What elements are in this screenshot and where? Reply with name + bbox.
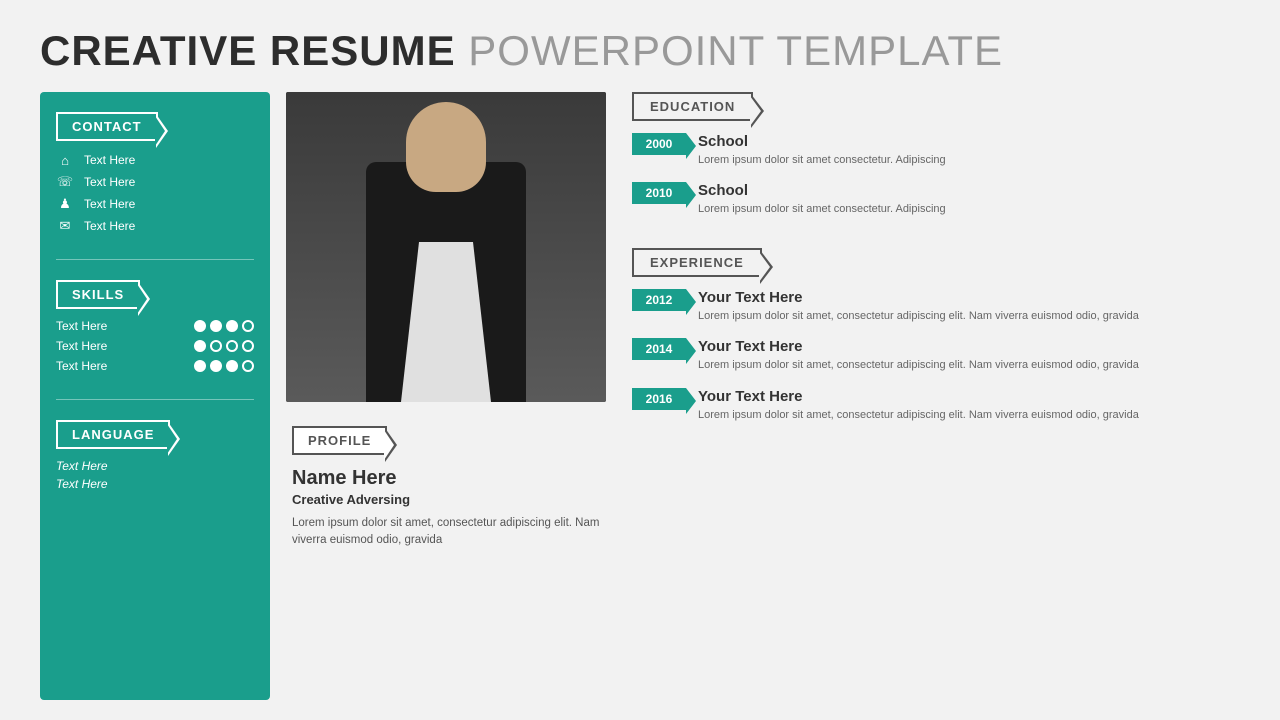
exp-desc-1: Lorem ipsum dolor sit amet, consectetur … bbox=[698, 309, 1240, 324]
skill-row-2: Text Here bbox=[56, 339, 254, 353]
dot bbox=[210, 340, 222, 352]
user-icon: ♟ bbox=[56, 195, 74, 213]
language-item-1: Text Here bbox=[56, 459, 254, 473]
contact-label: CONTACT bbox=[56, 112, 158, 141]
year-badge-2010: 2010 bbox=[632, 182, 686, 204]
dot bbox=[242, 320, 254, 332]
education-content-2: School Lorem ipsum dolor sit amet consec… bbox=[698, 182, 1240, 217]
contact-item-email: ✉ Text Here bbox=[56, 217, 254, 235]
right-column: EDUCATION 2000 School Lorem ipsum dolor … bbox=[622, 92, 1240, 700]
exp-title-2: Your Text Here bbox=[698, 338, 1240, 356]
skill-name-1: Text Here bbox=[56, 319, 107, 333]
exp-desc-2: Lorem ipsum dolor sit amet, consectetur … bbox=[698, 358, 1240, 373]
skill-dots-1 bbox=[194, 320, 254, 332]
exp-desc-3: Lorem ipsum dolor sit amet, consectetur … bbox=[698, 408, 1240, 423]
contact-header: CONTACT bbox=[56, 112, 254, 141]
education-label: EDUCATION bbox=[632, 92, 753, 121]
contact-address-text: Text Here bbox=[84, 153, 135, 167]
year-badge-2014: 2014 bbox=[632, 338, 686, 360]
skill-name-2: Text Here bbox=[56, 339, 107, 353]
school-name-1: School bbox=[698, 133, 1240, 151]
contact-email-text: Text Here bbox=[84, 219, 135, 233]
school-desc-2: Lorem ipsum dolor sit amet consectetur. … bbox=[698, 202, 1240, 217]
title-light: POWERPOINT TEMPLATE bbox=[456, 27, 1003, 74]
person-head-shape bbox=[406, 102, 486, 192]
education-content-1: School Lorem ipsum dolor sit amet consec… bbox=[698, 133, 1240, 168]
dot bbox=[210, 320, 222, 332]
dot bbox=[242, 360, 254, 372]
profile-info: PROFILE Name Here Creative Adversing Lor… bbox=[286, 416, 606, 560]
contact-section: CONTACT ⌂ Text Here ☏ Text Here ♟ Text H… bbox=[56, 112, 254, 239]
experience-header: EXPERIENCE bbox=[632, 248, 1240, 277]
skill-name-3: Text Here bbox=[56, 359, 107, 373]
dot bbox=[194, 360, 206, 372]
education-section: EDUCATION 2000 School Lorem ipsum dolor … bbox=[632, 92, 1240, 232]
school-name-2: School bbox=[698, 182, 1240, 200]
phone-icon: ☏ bbox=[56, 173, 74, 191]
profile-name: Name Here bbox=[292, 467, 600, 490]
experience-item-3: 2016 Your Text Here Lorem ipsum dolor si… bbox=[632, 388, 1240, 423]
profile-job-title: Creative Adversing bbox=[292, 492, 600, 507]
year-badge-2016: 2016 bbox=[632, 388, 686, 410]
dot bbox=[226, 360, 238, 372]
header: CREATIVE RESUME POWERPOINT TEMPLATE bbox=[40, 30, 1240, 72]
dot bbox=[226, 340, 238, 352]
profile-header: PROFILE bbox=[292, 426, 600, 455]
experience-item-2: 2014 Your Text Here Lorem ipsum dolor si… bbox=[632, 338, 1240, 373]
profile-section-label: PROFILE bbox=[292, 426, 387, 455]
language-item-2: Text Here bbox=[56, 477, 254, 491]
exp-title-1: Your Text Here bbox=[698, 289, 1240, 307]
email-icon: ✉ bbox=[56, 217, 74, 235]
experience-item-1: 2012 Your Text Here Lorem ipsum dolor si… bbox=[632, 289, 1240, 324]
page-title: CREATIVE RESUME POWERPOINT TEMPLATE bbox=[40, 30, 1240, 72]
dot bbox=[226, 320, 238, 332]
divider-1 bbox=[56, 259, 254, 260]
skills-header: SKILLS bbox=[56, 280, 254, 309]
contact-phone-text: Text Here bbox=[84, 175, 135, 189]
middle-column: PROFILE Name Here Creative Adversing Lor… bbox=[286, 92, 606, 700]
divider-2 bbox=[56, 399, 254, 400]
experience-label: EXPERIENCE bbox=[632, 248, 762, 277]
skill-row-1: Text Here bbox=[56, 319, 254, 333]
dot bbox=[194, 320, 206, 332]
contact-user-text: Text Here bbox=[84, 197, 135, 211]
home-icon: ⌂ bbox=[56, 151, 74, 169]
page: CREATIVE RESUME POWERPOINT TEMPLATE CONT… bbox=[0, 0, 1280, 720]
skill-dots-3 bbox=[194, 360, 254, 372]
dot bbox=[210, 360, 222, 372]
dot bbox=[242, 340, 254, 352]
person-body-shape bbox=[366, 162, 526, 402]
contact-item-user: ♟ Text Here bbox=[56, 195, 254, 213]
main-content: CONTACT ⌂ Text Here ☏ Text Here ♟ Text H… bbox=[40, 92, 1240, 700]
contact-item-address: ⌂ Text Here bbox=[56, 151, 254, 169]
experience-content-2: Your Text Here Lorem ipsum dolor sit ame… bbox=[698, 338, 1240, 373]
education-item-1: 2000 School Lorem ipsum dolor sit amet c… bbox=[632, 133, 1240, 168]
education-header: EDUCATION bbox=[632, 92, 1240, 121]
experience-content-3: Your Text Here Lorem ipsum dolor sit ame… bbox=[698, 388, 1240, 423]
year-badge-2012: 2012 bbox=[632, 289, 686, 311]
exp-title-3: Your Text Here bbox=[698, 388, 1240, 406]
school-desc-1: Lorem ipsum dolor sit amet consectetur. … bbox=[698, 153, 1240, 168]
language-label: LANGUAGE bbox=[56, 420, 170, 449]
education-item-2: 2010 School Lorem ipsum dolor sit amet c… bbox=[632, 182, 1240, 217]
language-section: LANGUAGE Text Here Text Here bbox=[56, 420, 254, 495]
language-header: LANGUAGE bbox=[56, 420, 254, 449]
title-bold: CREATIVE RESUME bbox=[40, 27, 456, 74]
skills-label: SKILLS bbox=[56, 280, 140, 309]
experience-section: EXPERIENCE 2012 Your Text Here Lorem ips… bbox=[632, 248, 1240, 437]
experience-content-1: Your Text Here Lorem ipsum dolor sit ame… bbox=[698, 289, 1240, 324]
skills-section: SKILLS Text Here Text Here bbox=[56, 280, 254, 379]
contact-item-phone: ☏ Text Here bbox=[56, 173, 254, 191]
person-shirt-shape bbox=[401, 242, 491, 402]
year-badge-2000: 2000 bbox=[632, 133, 686, 155]
skill-dots-2 bbox=[194, 340, 254, 352]
profile-description: Lorem ipsum dolor sit amet, consectetur … bbox=[292, 515, 600, 550]
skill-row-3: Text Here bbox=[56, 359, 254, 373]
dot bbox=[194, 340, 206, 352]
profile-photo bbox=[286, 92, 606, 402]
sidebar: CONTACT ⌂ Text Here ☏ Text Here ♟ Text H… bbox=[40, 92, 270, 700]
